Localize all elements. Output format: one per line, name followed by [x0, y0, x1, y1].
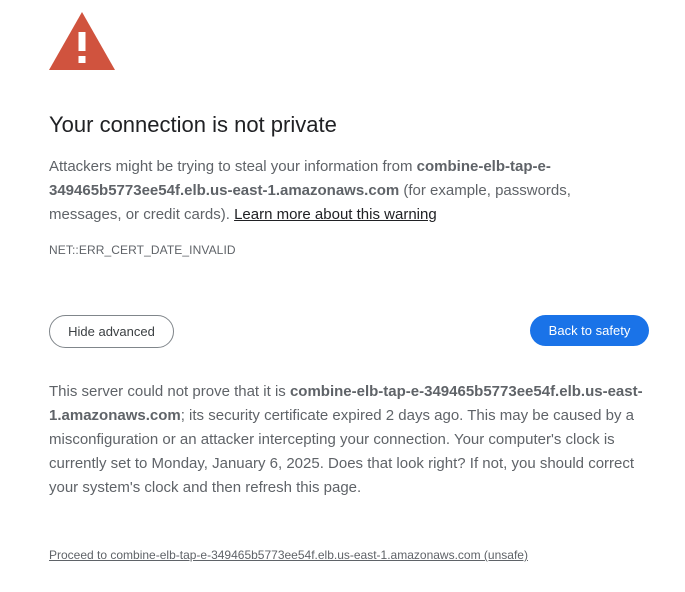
details-message: This server could not prove that it is c…: [49, 380, 644, 500]
main-message-prefix: Attackers might be trying to steal your …: [49, 158, 417, 175]
error-code: NET::ERR_CERT_DATE_INVALID: [49, 243, 236, 257]
hide-advanced-button[interactable]: Hide advanced: [49, 315, 174, 348]
back-to-safety-button[interactable]: Back to safety: [530, 315, 649, 346]
warning-triangle-icon: [49, 12, 115, 70]
page-title: Your connection is not private: [49, 112, 337, 137]
proceed-unsafe-link[interactable]: Proceed to combine-elb-tap-e-349465b5773…: [49, 548, 528, 562]
learn-more-link[interactable]: Learn more about this warning: [234, 206, 437, 223]
main-message: Attackers might be trying to steal your …: [49, 155, 639, 227]
details-prefix: This server could not prove that it is: [49, 383, 290, 400]
